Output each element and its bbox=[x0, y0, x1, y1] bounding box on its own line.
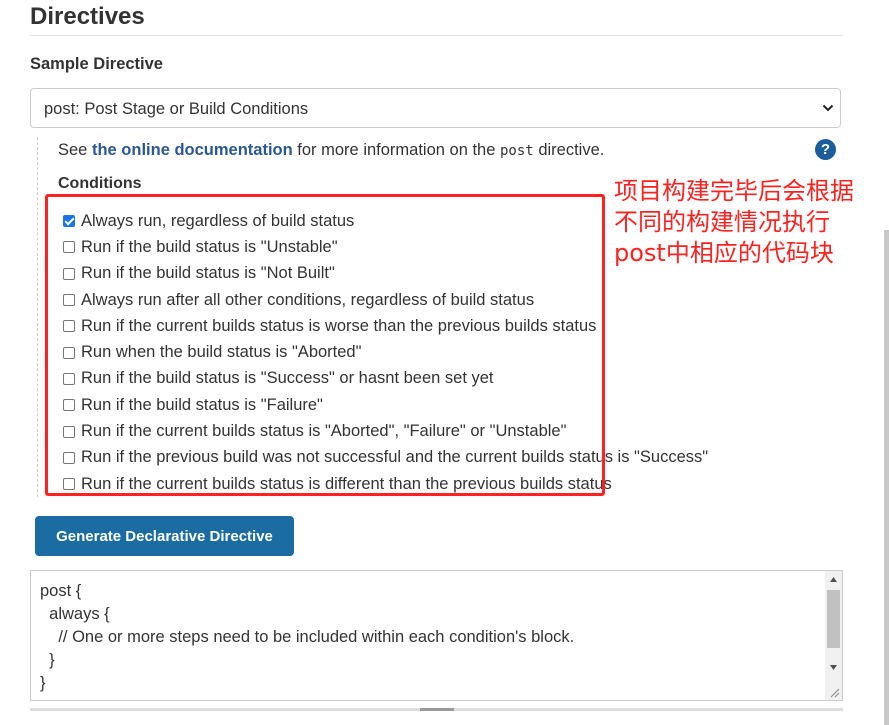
scroll-down-arrow-icon[interactable] bbox=[825, 659, 842, 676]
online-documentation-link[interactable]: the online documentation bbox=[92, 141, 293, 159]
condition-checkbox[interactable] bbox=[63, 267, 75, 280]
help-see: See bbox=[58, 141, 88, 159]
help-text: See the online documentation for more in… bbox=[58, 141, 604, 160]
generate-directive-button[interactable]: Generate Declarative Directive bbox=[35, 516, 294, 556]
scroll-up-arrow-icon[interactable] bbox=[825, 571, 842, 588]
condition-item[interactable]: Run if the build status is "Failure" bbox=[63, 392, 708, 418]
annotation-line: 项目构建完毕后会根据 bbox=[614, 177, 854, 205]
condition-checkbox[interactable] bbox=[63, 346, 75, 359]
condition-checkbox[interactable] bbox=[63, 399, 75, 412]
condition-item[interactable]: Run if the previous build was not succes… bbox=[63, 445, 708, 471]
condition-checkbox[interactable] bbox=[63, 320, 75, 333]
condition-label: Run if the current builds status is diff… bbox=[81, 474, 612, 493]
select-value: post: Post Stage or Build Conditions bbox=[44, 100, 309, 118]
title-divider bbox=[30, 35, 843, 36]
annotation-line: 不同的构建情况执行 bbox=[614, 208, 830, 236]
condition-label: Run if the previous build was not succes… bbox=[81, 448, 709, 467]
condition-item[interactable]: Run when the build status is "Aborted" bbox=[63, 339, 708, 365]
sample-directive-select[interactable]: post: Post Stage or Build Conditions bbox=[30, 88, 841, 128]
condition-item[interactable]: Always run after all other conditions, r… bbox=[63, 287, 708, 313]
condition-item[interactable]: Always run, regardless of build status bbox=[63, 208, 708, 234]
condition-item[interactable]: Run if the current builds status is diff… bbox=[63, 471, 708, 497]
annotation-text: 项目构建完毕后会根据 不同的构建情况执行 post中相应的代码块 bbox=[614, 176, 854, 269]
output-textarea[interactable]: post { always { // One or more steps nee… bbox=[30, 570, 843, 701]
condition-item[interactable]: Run if the current builds status is wors… bbox=[63, 313, 708, 339]
condition-item[interactable]: Run if the build status is "Not Built" bbox=[63, 261, 708, 287]
output-code: post { always { // One or more steps nee… bbox=[40, 582, 575, 692]
condition-label: Run if the build status is "Unstable" bbox=[81, 237, 338, 256]
condition-item[interactable]: Run if the build status is "Success" or … bbox=[63, 366, 708, 392]
block-guide-line bbox=[37, 137, 38, 497]
conditions-list: Always run, regardless of build status Ru… bbox=[63, 208, 708, 497]
chevron-down-icon bbox=[822, 104, 834, 112]
condition-item[interactable]: Run if the current builds status is "Abo… bbox=[63, 418, 708, 444]
help-end: directive. bbox=[538, 141, 605, 159]
sample-directive-label: Sample Directive bbox=[30, 55, 163, 73]
help-code: post bbox=[500, 143, 534, 159]
drag-grip[interactable] bbox=[420, 708, 454, 711]
condition-label: Run if the build status is "Failure" bbox=[81, 395, 323, 414]
condition-label: Always run after all other conditions, r… bbox=[81, 290, 535, 309]
condition-checkbox[interactable] bbox=[63, 425, 75, 438]
condition-checkbox[interactable] bbox=[63, 294, 75, 307]
condition-checkbox[interactable] bbox=[63, 372, 75, 385]
annotation-line: post中相应的代码块 bbox=[614, 239, 834, 267]
help-middle: for more information on the bbox=[297, 141, 496, 159]
condition-checkbox[interactable] bbox=[63, 451, 75, 464]
vertical-scrollbar[interactable] bbox=[825, 571, 842, 700]
condition-label: Run if the build status is "Success" or … bbox=[81, 369, 494, 388]
section-title: Directives bbox=[30, 3, 145, 30]
condition-label: Run if the current builds status is wors… bbox=[81, 316, 597, 335]
conditions-label: Conditions bbox=[58, 175, 142, 192]
condition-label: Run if the build status is "Not Built" bbox=[81, 264, 335, 283]
condition-label: Always run, regardless of build status bbox=[81, 211, 355, 230]
page-scrollbar[interactable] bbox=[884, 230, 889, 725]
condition-label: Run if the current builds status is "Abo… bbox=[81, 422, 567, 441]
condition-checkbox[interactable] bbox=[63, 241, 75, 254]
condition-label: Run when the build status is "Aborted" bbox=[81, 343, 362, 362]
resize-handle-icon[interactable] bbox=[828, 686, 840, 698]
condition-checkbox[interactable] bbox=[63, 215, 75, 228]
condition-item[interactable]: Run if the build status is "Unstable" bbox=[63, 234, 708, 260]
condition-checkbox[interactable] bbox=[63, 478, 75, 491]
scroll-thumb[interactable] bbox=[827, 590, 840, 648]
help-icon[interactable]: ? bbox=[815, 139, 836, 160]
